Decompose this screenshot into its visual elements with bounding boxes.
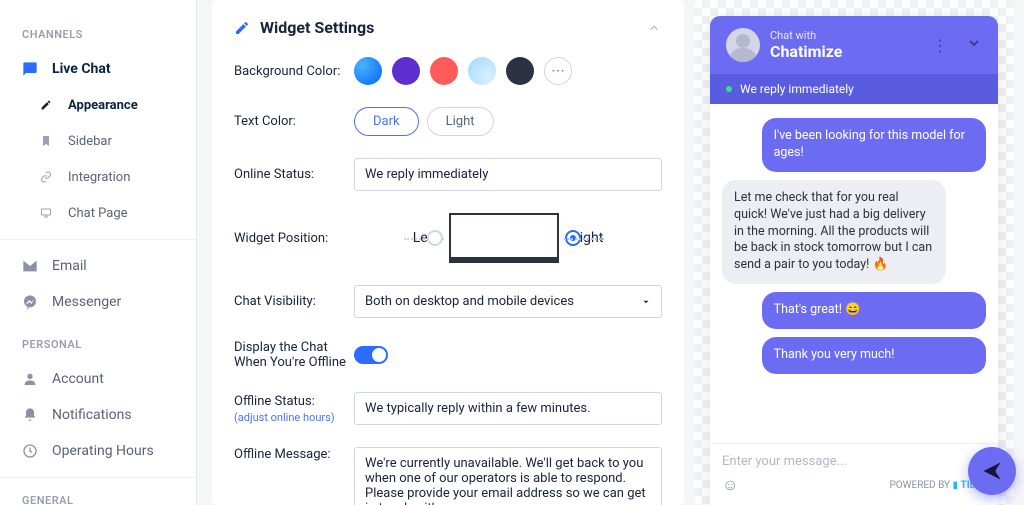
personal-section-label: PERSONAL	[0, 330, 196, 361]
sidebar-item-chat-page[interactable]: Chat Page	[0, 195, 196, 231]
bg-color-label: Background Color:	[234, 64, 354, 79]
pencil-icon	[234, 20, 250, 36]
send-button[interactable]	[968, 447, 1016, 495]
sidebar-item-account[interactable]: Account	[0, 361, 196, 397]
emoji-icon[interactable]: ☺	[722, 475, 738, 495]
offline-toggle-label: Display the Chat When You're Offline	[234, 340, 354, 370]
sidebar-item-integration[interactable]: Integration	[0, 159, 196, 195]
messages-list: I've been looking for this model for age…	[710, 104, 998, 443]
bookmark-icon	[38, 133, 54, 149]
chat-visibility-select[interactable]: Both on desktop and mobile devices	[354, 285, 662, 318]
chevron-down-icon[interactable]	[966, 35, 982, 55]
sidebar-item-operating-hours[interactable]: Operating Hours	[0, 433, 196, 469]
bell-icon	[22, 407, 38, 423]
display-offline-toggle[interactable]	[354, 346, 388, 364]
divider	[0, 477, 196, 478]
offline-message-label: Offline Message:	[234, 447, 354, 462]
text-color-light[interactable]: Light	[427, 107, 494, 136]
sidebar-item-label: Sidebar	[68, 134, 112, 149]
general-section-label: GENERAL	[0, 486, 196, 505]
sidebar-item-email[interactable]: Email	[0, 248, 196, 284]
avatar	[726, 28, 760, 62]
sidebar-item-sidebar[interactable]: Sidebar	[0, 123, 196, 159]
adjust-hours-link[interactable]: (adjust online hours)	[234, 411, 354, 424]
text-color-label: Text Color:	[234, 114, 354, 129]
more-icon[interactable]: ⋮	[932, 36, 948, 55]
monitor-icon	[38, 205, 54, 221]
channels-section-label: CHANNELS	[0, 20, 196, 51]
color-swatch-dark[interactable]	[506, 57, 534, 85]
sidebar-item-label: Live Chat	[52, 61, 111, 77]
message-bubble-user: I've been looking for this model for age…	[762, 118, 986, 172]
widget-settings-panel: Widget Settings Background Color: ⋯ Text…	[212, 0, 684, 505]
sidebar-item-label: Operating Hours	[52, 443, 154, 459]
online-status-input[interactable]	[354, 158, 662, 191]
color-swatch-lightblue[interactable]	[468, 57, 496, 85]
chat-with-label: Chat with	[770, 29, 922, 42]
chat-visibility-label: Chat Visibility:	[234, 294, 354, 309]
chat-input[interactable]: Enter your message...	[722, 454, 986, 469]
sidebar-item-label: Account	[52, 371, 104, 387]
message-bubble-user: That's great! 😄	[762, 292, 986, 329]
sidebar-item-label: Messenger	[52, 294, 121, 310]
status-text: We reply immediately	[740, 82, 854, 96]
sidebar-item-appearance[interactable]: Appearance	[0, 87, 196, 123]
sidebar-item-live-chat[interactable]: Live Chat	[0, 51, 196, 87]
chat-header: Chat with Chatimize ⋮	[710, 16, 998, 74]
sidebar-item-label: Appearance	[68, 98, 138, 113]
color-swatch-purple[interactable]	[392, 57, 420, 85]
pencil-icon	[38, 97, 54, 113]
message-bubble-agent: Let me check that for you real quick! We…	[722, 180, 946, 284]
sidebar-item-label: Chat Page	[68, 206, 128, 221]
offline-status-label: Offline Status: (adjust online hours)	[234, 394, 354, 424]
widget-position-label: Widget Position:	[234, 231, 354, 246]
chevron-up-icon[interactable]	[646, 20, 662, 36]
user-icon	[22, 371, 38, 387]
online-dot-icon	[726, 86, 732, 92]
bg-color-options: ⋯	[354, 57, 572, 85]
sidebar-item-messenger[interactable]: Messenger	[0, 284, 196, 320]
color-swatch-red[interactable]	[430, 57, 458, 85]
online-status-label: Online Status:	[234, 167, 354, 182]
chat-preview: Chat with Chatimize ⋮ We reply immediate…	[694, 0, 1014, 505]
screen-diagram	[449, 213, 559, 263]
color-swatch-blue[interactable]	[354, 57, 382, 85]
widget-position-left[interactable]	[427, 230, 443, 246]
sidebar-item-label: Email	[52, 258, 87, 274]
chat-input-area: Enter your message... ☺ POWERED BY ▮ TID…	[710, 443, 998, 505]
chevron-down-icon	[641, 297, 651, 307]
sidebar-item-notifications[interactable]: Notifications	[0, 397, 196, 433]
offline-message-input[interactable]	[354, 447, 662, 505]
messenger-icon	[22, 294, 38, 310]
sidebar-item-label: Integration	[68, 170, 130, 185]
link-icon	[38, 169, 54, 185]
message-bubble-user: Thank you very much!	[762, 337, 986, 374]
color-swatch-more[interactable]: ⋯	[544, 57, 572, 85]
sidebar-item-label: Notifications	[52, 407, 132, 423]
sidebar: CHANNELS Live Chat Appearance Sidebar In…	[0, 0, 197, 505]
settings-title: Widget Settings	[260, 18, 636, 37]
status-bar: We reply immediately	[710, 74, 998, 104]
offline-status-input[interactable]	[354, 392, 662, 425]
email-icon	[22, 258, 38, 274]
chat-visibility-value: Both on desktop and mobile devices	[365, 294, 574, 309]
clock-icon	[22, 443, 38, 459]
chat-name: Chatimize	[770, 42, 922, 61]
chat-icon	[22, 61, 38, 77]
text-color-dark[interactable]: Dark	[354, 107, 419, 136]
divider	[0, 239, 196, 240]
